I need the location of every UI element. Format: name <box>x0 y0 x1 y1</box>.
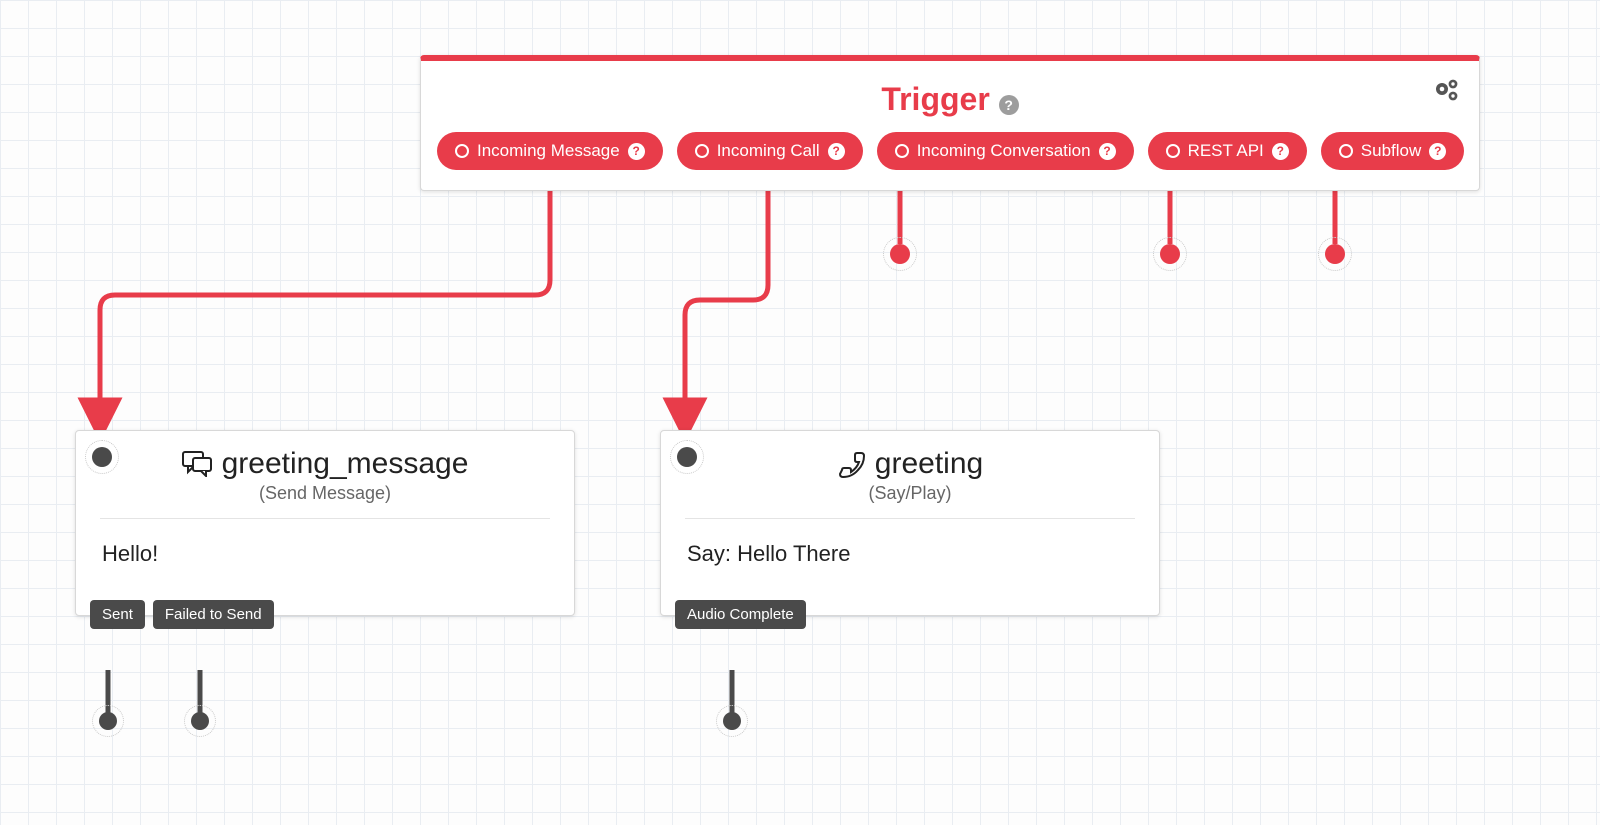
output-port-icon <box>1339 144 1353 158</box>
help-icon[interactable]: ? <box>628 143 645 160</box>
pill-label: Incoming Call <box>717 141 820 161</box>
endpoint-sent[interactable] <box>99 712 117 730</box>
pill-label: Subflow <box>1361 141 1421 161</box>
step-subtitle: (Send Message) <box>76 483 574 518</box>
step-input-port[interactable] <box>677 447 697 467</box>
trigger-output-incoming-message[interactable]: Incoming Message ? <box>437 132 663 170</box>
output-port-icon <box>1166 144 1180 158</box>
help-icon[interactable]: ? <box>1272 143 1289 160</box>
help-icon[interactable]: ? <box>828 143 845 160</box>
trigger-output-incoming-call[interactable]: Incoming Call ? <box>677 132 863 170</box>
trigger-header: Trigger ? <box>421 61 1479 126</box>
step-title-row: greeting_message <box>76 431 574 483</box>
trigger-widget[interactable]: Trigger ? Incoming Message ? Incoming Ca… <box>420 55 1480 191</box>
step-greeting[interactable]: greeting (Say/Play) Say: Hello There Aud… <box>660 430 1160 616</box>
trigger-title: Trigger <box>881 81 989 117</box>
trigger-output-incoming-conversation[interactable]: Incoming Conversation ? <box>877 132 1134 170</box>
trigger-output-subflow[interactable]: Subflow ? <box>1321 132 1464 170</box>
output-port-icon <box>695 144 709 158</box>
wire-trigger-to-greeting_message <box>100 190 550 435</box>
phone-icon <box>837 450 865 478</box>
trigger-output-rest-api[interactable]: REST API ? <box>1148 132 1307 170</box>
pill-label: Incoming Message <box>477 141 620 161</box>
endpoint-incoming-conversation[interactable] <box>890 244 910 264</box>
step-title-text: greeting_message <box>222 447 469 481</box>
step-title-row: greeting <box>661 431 1159 483</box>
step-output-tags: Audio Complete <box>675 600 806 629</box>
step-input-port[interactable] <box>92 447 112 467</box>
help-icon[interactable]: ? <box>1099 143 1116 160</box>
step-subtitle: (Say/Play) <box>661 483 1159 518</box>
endpoint-rest-api[interactable] <box>1160 244 1180 264</box>
endpoint-failed-to-send[interactable] <box>191 712 209 730</box>
settings-gears-icon[interactable] <box>1433 75 1461 112</box>
chat-bubble-icon <box>182 451 212 477</box>
output-port-icon <box>455 144 469 158</box>
step-output-tags: Sent Failed to Send <box>90 600 274 629</box>
pill-label: Incoming Conversation <box>917 141 1091 161</box>
output-failed-to-send[interactable]: Failed to Send <box>153 600 274 629</box>
output-audio-complete[interactable]: Audio Complete <box>675 600 806 629</box>
step-greeting_message[interactable]: greeting_message (Send Message) Hello! S… <box>75 430 575 616</box>
help-icon[interactable]: ? <box>1429 143 1446 160</box>
help-icon[interactable]: ? <box>999 95 1019 115</box>
output-port-icon <box>895 144 909 158</box>
wire-trigger-to-greeting <box>685 190 768 435</box>
endpoint-subflow[interactable] <box>1325 244 1345 264</box>
output-sent[interactable]: Sent <box>90 600 145 629</box>
trigger-outputs: Incoming Message ? Incoming Call ? Incom… <box>421 126 1479 190</box>
step-title-text: greeting <box>875 447 983 481</box>
pill-label: REST API <box>1188 141 1264 161</box>
endpoint-audio-complete[interactable] <box>723 712 741 730</box>
